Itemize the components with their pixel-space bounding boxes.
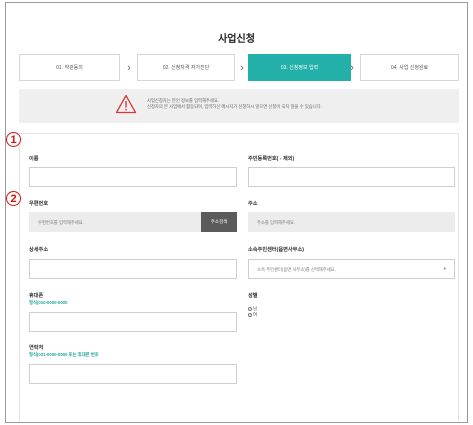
address-label: 주소 bbox=[248, 201, 258, 207]
chevron-right-icon: › bbox=[350, 61, 354, 74]
postcode-label: 우편번호 bbox=[29, 201, 49, 207]
warning-icon bbox=[115, 94, 137, 114]
radio-circle-icon bbox=[248, 307, 252, 311]
address-placeholder: 주소를 입력해주세요. bbox=[257, 220, 295, 225]
postcode-placeholder: 우편번호를 입력해주세요. bbox=[38, 220, 84, 225]
contact-label: 연락처 bbox=[29, 345, 44, 351]
rrn-label: 주민등록번호( - 제외) bbox=[248, 156, 295, 162]
center-label: 소속주민센터(읍면사무소) bbox=[248, 247, 304, 253]
annotation-marker-2: 2 bbox=[6, 191, 21, 206]
mobile-input[interactable] bbox=[29, 312, 237, 332]
radio-circle-icon bbox=[248, 313, 252, 317]
step-application-info[interactable]: 03. 신청정보 입력 bbox=[248, 54, 351, 81]
contact-input[interactable] bbox=[29, 364, 237, 384]
chevron-right-icon: › bbox=[127, 61, 131, 74]
chevron-right-icon: › bbox=[240, 61, 244, 74]
gender-female-label: 여 bbox=[253, 312, 258, 317]
center-select[interactable]: 소속 주민센터(읍면 사무소)를 선택해주세요. ▾ bbox=[248, 259, 455, 279]
detail-address-label: 상세주소 bbox=[29, 247, 49, 253]
step-self-diagnosis[interactable]: 02. 신청자격 자가진단 bbox=[137, 54, 235, 81]
page-title: 사업신청 bbox=[218, 34, 255, 45]
chevron-down-icon: ▾ bbox=[443, 266, 446, 271]
contact-format-hint: 형식(031-0000-0000 또는 휴대폰 번호 bbox=[29, 352, 99, 357]
application-page: 사업신청 01. 약관동의 › 02. 신청자격 자가진단 › 03. 신청정보… bbox=[5, 2, 468, 423]
annotation-marker-1: 1 bbox=[6, 132, 21, 147]
notice-box: 사업신청자는 본인 정보를 입력해주세요. 신청자의 본 사업에서 활동되며, … bbox=[19, 89, 459, 123]
name-label: 이름 bbox=[29, 156, 39, 162]
postcode-input[interactable]: 우편번호를 입력해주세요. bbox=[29, 212, 201, 232]
center-placeholder: 소속 주민센터(읍면 사무소)를 선택해주세요. bbox=[257, 267, 336, 272]
gender-female-radio[interactable]: 여 bbox=[248, 312, 257, 318]
step-application-complete[interactable]: 04. 사업 신청완료 bbox=[360, 54, 459, 81]
step-terms-agreement[interactable]: 01. 약관동의 bbox=[19, 54, 120, 81]
address-search-button[interactable]: 주소검색 bbox=[201, 212, 237, 232]
detail-address-input[interactable] bbox=[29, 259, 237, 279]
name-input[interactable] bbox=[29, 167, 237, 187]
gender-label: 성별 bbox=[248, 293, 258, 299]
application-form: 이름 주민등록번호( - 제외) 우편번호 우편번호를 입력해주세요. 주소검색… bbox=[19, 133, 459, 422]
address-input[interactable]: 주소를 입력해주세요. bbox=[248, 212, 455, 232]
step-progress: 01. 약관동의 › 02. 신청자격 자가진단 › 03. 신청정보 입력 ›… bbox=[19, 54, 459, 81]
notice-text: 사업신청자는 본인 정보를 입력해주세요. 신청자의 본 사업에서 활동되며, … bbox=[147, 98, 322, 110]
notice-line-2: 신청자의 본 사업에서 활동되며, 입력하신 메시지가 신청하시 않으면 신청이… bbox=[147, 104, 322, 109]
mobile-format-hint: 형식(010-0000-0000 bbox=[29, 300, 68, 305]
rrn-input[interactable] bbox=[248, 167, 455, 187]
mobile-label: 휴대폰 bbox=[29, 293, 44, 299]
